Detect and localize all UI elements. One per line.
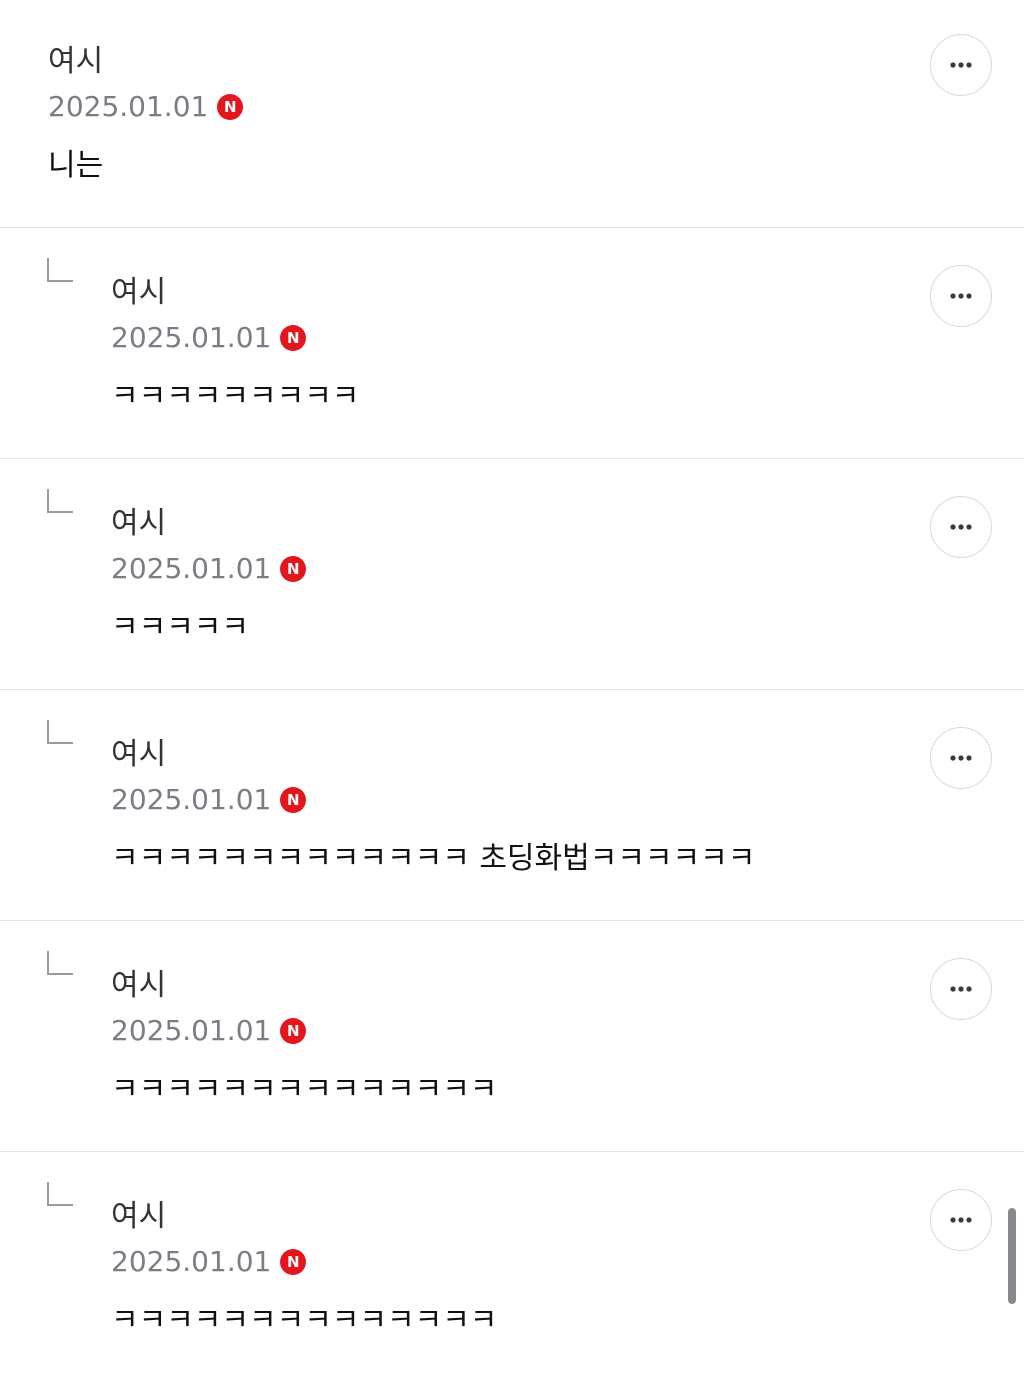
comment-author[interactable]: 여시: [111, 968, 166, 1004]
comment-meta: 2025.01.01 N: [111, 783, 307, 816]
reply-item: 여시 2025.01.01 N ㅋㅋㅋㅋㅋㅋㅋㅋㅋ: [0, 228, 1024, 459]
comment-meta: 2025.01.01 N: [111, 552, 307, 585]
comment-text: ㅋㅋㅋㅋㅋㅋㅋㅋㅋ: [111, 379, 360, 414]
comment-item: 여시 2025.01.01 N 니는: [0, 0, 1024, 228]
comment-date: 2025.01.01: [111, 1245, 272, 1278]
reply-item: 여시 2025.01.01 N ㅋㅋㅋㅋㅋㅋㅋㅋㅋㅋㅋㅋㅋ 초딩화법ㅋㅋㅋㅋㅋㅋ: [0, 690, 1024, 921]
more-horizontal-icon: [950, 755, 972, 761]
more-horizontal-icon: [950, 986, 972, 992]
reply-arrow-icon: [47, 489, 73, 513]
more-horizontal-icon: [950, 293, 972, 299]
reply-item: 여시 2025.01.01 N ㅋㅋㅋㅋㅋㅋㅋㅋㅋㅋㅋㅋㅋㅋ: [0, 1152, 1024, 1381]
comment-author[interactable]: 여시: [111, 275, 166, 311]
comment-date: 2025.01.01: [111, 783, 272, 816]
comment-date: 2025.01.01: [111, 1014, 272, 1047]
comment-author[interactable]: 여시: [111, 1199, 166, 1235]
comment-meta: 2025.01.01 N: [111, 321, 307, 354]
comment-date: 2025.01.01: [48, 90, 209, 123]
comment-text: 니는: [48, 148, 104, 183]
comment-text: ㅋㅋㅋㅋㅋ: [111, 610, 249, 645]
more-options-button[interactable]: [930, 727, 992, 789]
comment-author[interactable]: 여시: [111, 737, 166, 773]
comment-author[interactable]: 여시: [48, 44, 103, 80]
comment-meta: 2025.01.01 N: [111, 1014, 307, 1047]
comment-meta: 2025.01.01 N: [48, 90, 244, 123]
reply-arrow-icon: [47, 951, 73, 975]
new-badge-icon: N: [280, 1018, 307, 1044]
new-badge-icon: N: [280, 1249, 307, 1275]
comment-text: ㅋㅋㅋㅋㅋㅋㅋㅋㅋㅋㅋㅋㅋㅋ: [111, 1303, 498, 1338]
more-options-button[interactable]: [930, 265, 992, 327]
new-badge-icon: N: [217, 94, 244, 120]
comment-text: ㅋㅋㅋㅋㅋㅋㅋㅋㅋㅋㅋㅋㅋㅋ: [111, 1072, 498, 1107]
reply-arrow-icon: [47, 1182, 73, 1206]
more-horizontal-icon: [950, 524, 972, 530]
more-horizontal-icon: [950, 62, 972, 68]
more-options-button[interactable]: [930, 496, 992, 558]
more-options-button[interactable]: [930, 34, 992, 96]
more-options-button[interactable]: [930, 1189, 992, 1251]
scrollbar-thumb[interactable]: [1008, 1208, 1016, 1304]
new-badge-icon: N: [280, 787, 307, 813]
reply-arrow-icon: [47, 258, 73, 282]
comment-meta: 2025.01.01 N: [111, 1245, 307, 1278]
comment-author[interactable]: 여시: [111, 506, 166, 542]
comment-date: 2025.01.01: [111, 321, 272, 354]
reply-arrow-icon: [47, 720, 73, 744]
new-badge-icon: N: [280, 325, 307, 351]
comment-text: ㅋㅋㅋㅋㅋㅋㅋㅋㅋㅋㅋㅋㅋ 초딩화법ㅋㅋㅋㅋㅋㅋ: [111, 841, 756, 876]
reply-item: 여시 2025.01.01 N ㅋㅋㅋㅋㅋ: [0, 459, 1024, 690]
more-options-button[interactable]: [930, 958, 992, 1020]
comment-date: 2025.01.01: [111, 552, 272, 585]
reply-item: 여시 2025.01.01 N ㅋㅋㅋㅋㅋㅋㅋㅋㅋㅋㅋㅋㅋㅋ: [0, 921, 1024, 1152]
new-badge-icon: N: [280, 556, 307, 582]
more-horizontal-icon: [950, 1217, 972, 1223]
